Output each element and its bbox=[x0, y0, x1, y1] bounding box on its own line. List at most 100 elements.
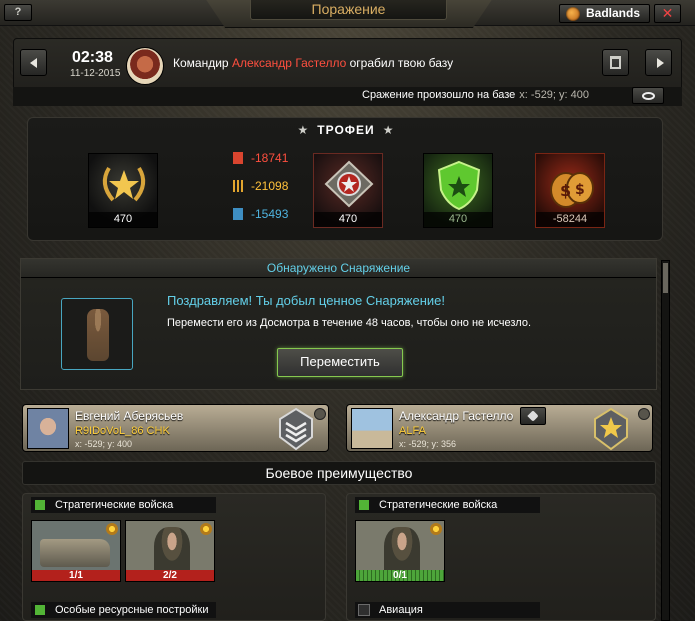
money-bag-icon: $ $ bbox=[550, 172, 594, 208]
server-button[interactable]: Badlands bbox=[559, 4, 650, 23]
advantage-right-column: Стратегические войска 0/1 Авиация bbox=[346, 493, 656, 621]
defender-name[interactable]: Евгений Аберясьев bbox=[75, 409, 183, 423]
unit-card-soldier[interactable]: 2/2 bbox=[125, 520, 215, 582]
unit-count: 0/1 bbox=[356, 570, 444, 581]
trophies-title-text: ТРОФЕИ bbox=[317, 123, 375, 137]
equipment-thumbnail[interactable] bbox=[61, 298, 133, 370]
tank-icon bbox=[40, 539, 110, 567]
trash-icon bbox=[610, 56, 621, 69]
ammo-icon bbox=[233, 180, 243, 192]
equipment-panel: Обнаружено Снаряжение Поздравляем! Ты до… bbox=[20, 258, 657, 390]
laurel-star-icon bbox=[102, 166, 146, 202]
svg-text:$: $ bbox=[560, 181, 571, 200]
battle-location-label: Сражение произошло на базе bbox=[362, 89, 516, 101]
rank-badge-gold-icon bbox=[594, 407, 628, 451]
close-button[interactable]: ✕ bbox=[654, 4, 681, 23]
defender-coords: x: -529; y: 400 bbox=[75, 439, 133, 449]
resource-ammo: -21098 bbox=[233, 179, 288, 193]
window-title: Поражение bbox=[250, 0, 447, 20]
resource-metal: -15493 bbox=[233, 207, 288, 221]
robber-avatar-icon bbox=[126, 47, 164, 85]
medal-value: 470 bbox=[89, 212, 157, 227]
advantage-left-column: Стратегические войска 1/1 2/2 Особые рес… bbox=[22, 493, 326, 621]
attacker-coords: x: -529; y: 356 bbox=[399, 439, 457, 449]
attacker-alliance[interactable]: ALFA bbox=[399, 425, 426, 437]
soldier-icon bbox=[154, 527, 190, 575]
delete-button[interactable] bbox=[602, 49, 629, 76]
gear-icon bbox=[106, 523, 118, 535]
category-strategic-right: Стратегические войска bbox=[355, 497, 540, 513]
attacker-name[interactable]: Александр Гастелло bbox=[399, 409, 513, 423]
category-label: Авиация bbox=[379, 604, 423, 616]
gear-icon bbox=[430, 523, 442, 535]
move-button[interactable]: Переместить bbox=[277, 348, 403, 377]
unit-card-soldier[interactable]: 0/1 bbox=[355, 520, 445, 582]
advantage-header: Боевое преимущество bbox=[22, 461, 656, 485]
unit-count: 2/2 bbox=[126, 570, 214, 581]
star-icon: ★ bbox=[382, 123, 395, 137]
message-suffix: ограбил твою базу bbox=[349, 56, 454, 70]
message-text: Командир Александр Гастелло ограбил твою… bbox=[173, 56, 453, 70]
category-strategic-left: Стратегические войска bbox=[31, 497, 216, 513]
pin-button[interactable] bbox=[520, 407, 546, 425]
category-icon bbox=[34, 604, 46, 616]
category-label: Стратегические войска bbox=[379, 499, 498, 511]
status-dot bbox=[314, 408, 326, 420]
ghillie-suit-icon bbox=[87, 309, 109, 361]
chevron-right-icon bbox=[657, 58, 664, 68]
scrollbar[interactable] bbox=[661, 260, 670, 621]
category-label: Стратегические войска bbox=[55, 499, 174, 511]
metal-icon bbox=[233, 208, 243, 220]
metal-value: -15493 bbox=[251, 207, 289, 221]
prev-message-button[interactable] bbox=[20, 49, 47, 76]
scroll-thumb[interactable] bbox=[663, 263, 668, 293]
equipment-header: Обнаружено Снаряжение bbox=[21, 259, 656, 278]
rank-emblem-icon bbox=[324, 160, 374, 208]
money-trophy[interactable]: $ $ -58244 bbox=[535, 153, 605, 228]
category-aviation-right: Авиация bbox=[355, 602, 540, 618]
rank-value: 470 bbox=[314, 212, 382, 227]
pin-icon bbox=[527, 410, 539, 422]
defender-alliance[interactable]: R9IDoVoL_86 CHK bbox=[75, 425, 170, 437]
category-icon bbox=[34, 499, 46, 511]
shield-value: 470 bbox=[424, 212, 492, 227]
defender-avatar[interactable] bbox=[27, 408, 69, 449]
attacker-avatar[interactable] bbox=[351, 408, 393, 449]
trophies-title: ★ ТРОФЕИ ★ bbox=[28, 123, 664, 137]
battle-coords: x: -529; y: 400 bbox=[519, 89, 590, 101]
battle-location: Сражение произошло на базе x: -529; y: 40… bbox=[362, 89, 589, 101]
soldier-icon bbox=[384, 527, 420, 575]
svg-text:$: $ bbox=[575, 182, 585, 198]
next-message-button[interactable] bbox=[645, 49, 672, 76]
help-button[interactable]: ? bbox=[4, 4, 32, 21]
shield-icon bbox=[437, 160, 481, 211]
star-icon: ★ bbox=[297, 123, 310, 137]
medal-trophy[interactable]: 470 bbox=[88, 153, 158, 228]
ammo-value: -21098 bbox=[251, 179, 289, 193]
status-dot bbox=[638, 408, 650, 420]
eye-icon bbox=[642, 92, 655, 100]
server-label: Badlands bbox=[586, 6, 641, 20]
message-time: 02:38 bbox=[72, 49, 113, 66]
attacker-card: Александр Гастелло ALFA x: -529; y: 356 bbox=[346, 404, 653, 452]
view-base-button[interactable] bbox=[632, 87, 664, 104]
gear-icon bbox=[200, 523, 212, 535]
category-buildings-left: Особые ресурсные постройки bbox=[31, 602, 216, 618]
message-prefix: Командир bbox=[173, 56, 229, 70]
chevron-left-icon bbox=[30, 58, 37, 68]
defender-card: Евгений Аберясьев R9IDoVoL_86 CHK x: -52… bbox=[22, 404, 329, 452]
globe-icon bbox=[566, 7, 580, 21]
wings-icon bbox=[358, 604, 370, 616]
shield-trophy[interactable]: 470 bbox=[423, 153, 493, 228]
attacker-name-link[interactable]: Александр Гастелло bbox=[232, 56, 346, 70]
equipment-description: Перемести его из Досмотра в течение 48 ч… bbox=[167, 317, 531, 329]
unit-card-tank[interactable]: 1/1 bbox=[31, 520, 121, 582]
trophies-panel: ★ ТРОФЕИ ★ 470 -18741 -21098 -15493 470 47… bbox=[27, 117, 663, 241]
rank-trophy[interactable]: 470 bbox=[313, 153, 383, 228]
message-date: 11-12-2015 bbox=[70, 68, 121, 79]
fuel-icon bbox=[233, 152, 243, 164]
unit-count: 1/1 bbox=[32, 570, 120, 581]
resource-fuel: -18741 bbox=[233, 151, 288, 165]
category-label: Особые ресурсные постройки bbox=[55, 604, 209, 616]
category-icon bbox=[358, 499, 370, 511]
